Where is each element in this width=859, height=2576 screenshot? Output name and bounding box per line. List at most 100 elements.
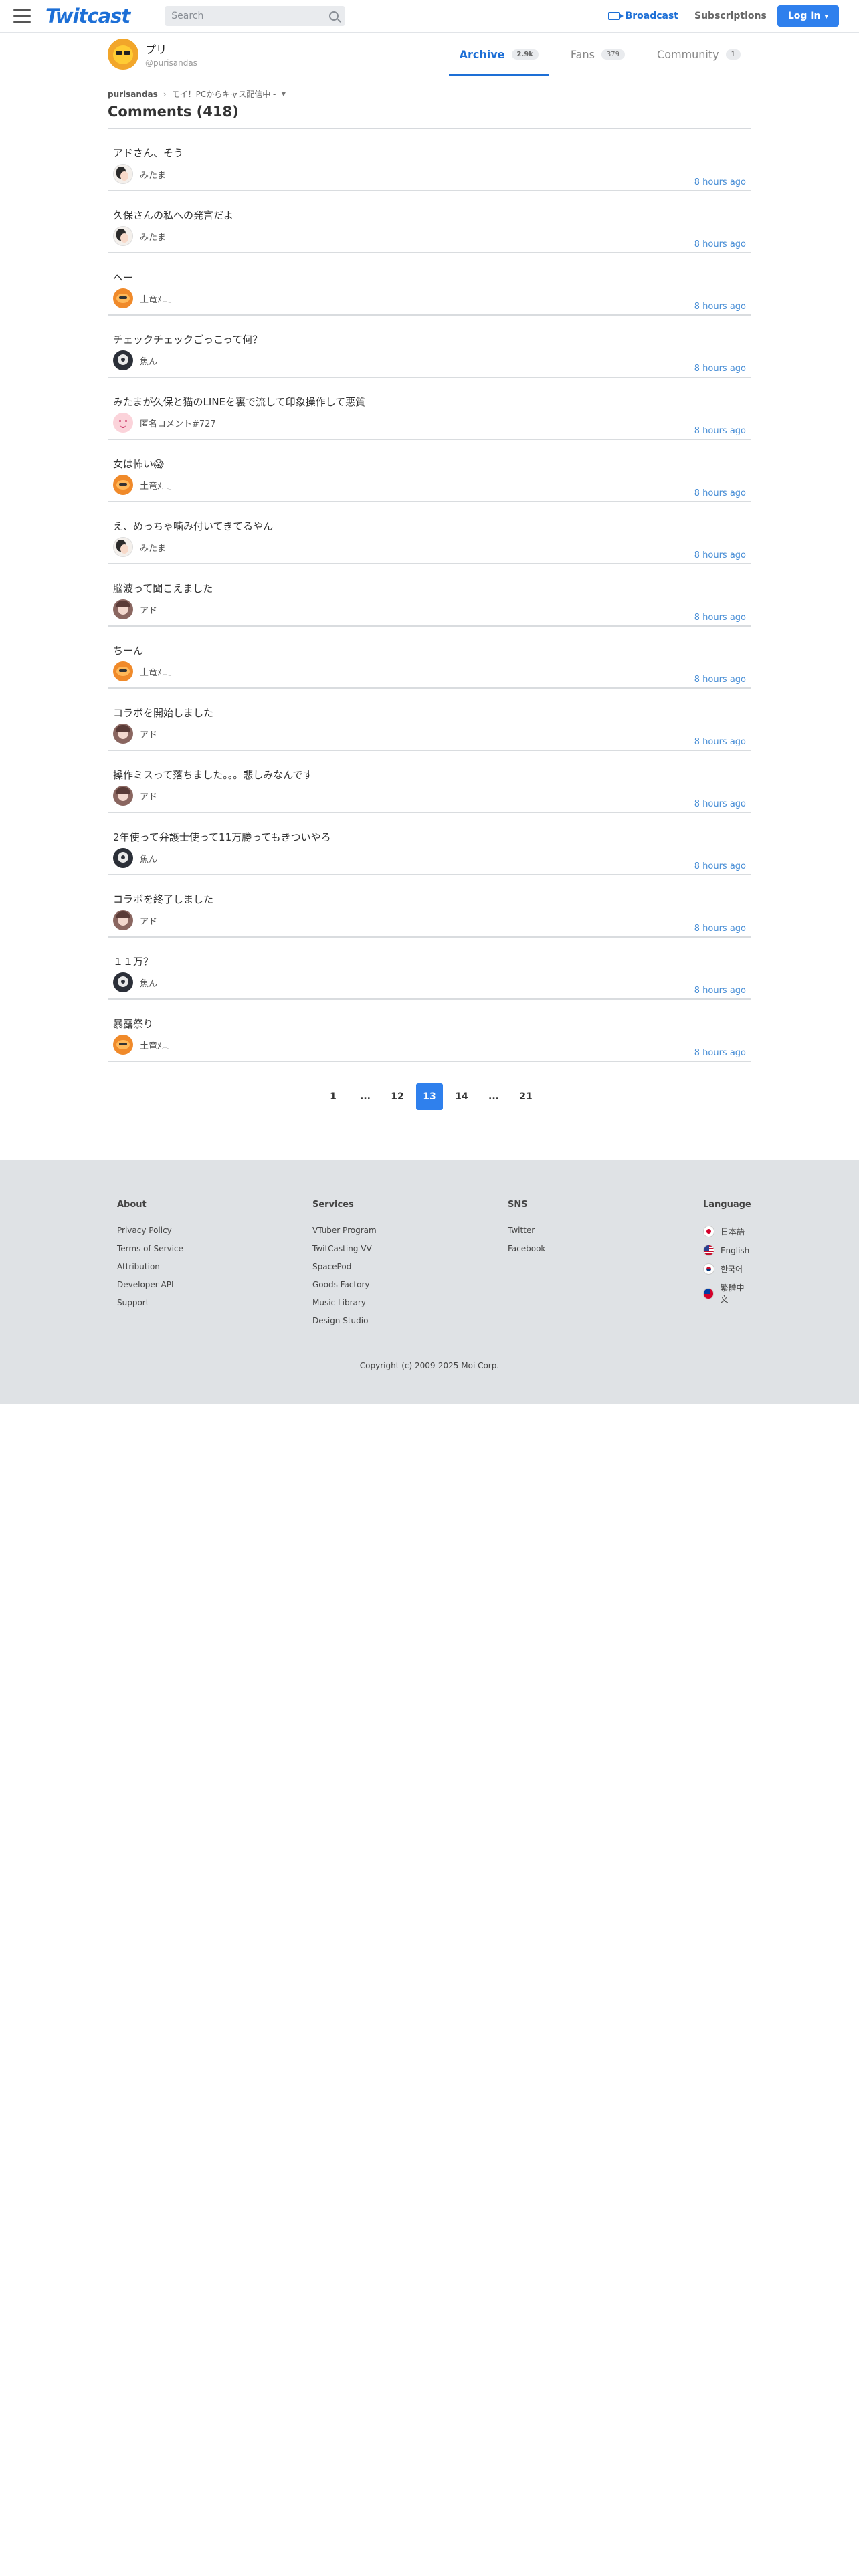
search-input[interactable] bbox=[171, 11, 330, 21]
comment-author[interactable]: 土竜ﾒ𓂃 bbox=[113, 661, 172, 681]
footer-link[interactable]: Twitter bbox=[508, 1226, 703, 1235]
language-option-en[interactable]: English bbox=[702, 1245, 751, 1256]
footer-link[interactable]: TwitCasting VV bbox=[312, 1244, 508, 1253]
footer-link[interactable]: Privacy Policy bbox=[117, 1226, 312, 1235]
comment-author[interactable]: 魚ん bbox=[113, 350, 157, 370]
user-avatar[interactable] bbox=[113, 661, 133, 681]
comment-author[interactable]: みたま bbox=[113, 226, 166, 246]
login-button[interactable]: Log In ▾ bbox=[777, 5, 839, 27]
comment-timestamp[interactable]: 8 hours ago bbox=[694, 799, 746, 809]
comment-username[interactable]: アド bbox=[140, 603, 157, 616]
comment-row: コラボを開始しましたアド 8 hours ago bbox=[108, 689, 751, 751]
user-avatar[interactable] bbox=[113, 288, 133, 308]
broadcast-button[interactable]: Broadcast bbox=[607, 11, 678, 21]
comment-timestamp[interactable]: 8 hours ago bbox=[694, 550, 746, 560]
comment-timestamp[interactable]: 8 hours ago bbox=[694, 924, 746, 934]
twitcast-logo[interactable]: Twitcast bbox=[45, 5, 130, 27]
language-option-zh-tw[interactable]: 繁體中文 bbox=[702, 1282, 751, 1305]
user-avatar[interactable] bbox=[113, 537, 133, 557]
menu-icon[interactable] bbox=[13, 9, 31, 23]
footer-link[interactable]: Design Studio bbox=[312, 1316, 508, 1325]
search-box[interactable] bbox=[165, 6, 346, 26]
tab-community[interactable]: Community 1 bbox=[646, 33, 751, 76]
user-avatar[interactable] bbox=[113, 350, 133, 370]
pagination-page-button[interactable]: 1 bbox=[320, 1083, 347, 1110]
comment-text: コラボを開始しました bbox=[113, 707, 214, 719]
comment-username[interactable]: 土竜ﾒ𓂃 bbox=[140, 665, 172, 679]
search-icon[interactable] bbox=[329, 11, 339, 21]
comment-timestamp[interactable]: 8 hours ago bbox=[694, 986, 746, 996]
tab-fans[interactable]: Fans 379 bbox=[560, 33, 636, 76]
comment-username[interactable]: みたま bbox=[140, 541, 166, 554]
comment-author[interactable]: 魚ん bbox=[113, 848, 157, 868]
comment-username[interactable]: みたま bbox=[140, 230, 166, 243]
comment-username[interactable]: みたま bbox=[140, 168, 166, 181]
profile-name[interactable]: プリ bbox=[145, 41, 197, 57]
user-avatar[interactable] bbox=[113, 972, 133, 992]
chevron-down-icon[interactable]: ▼ bbox=[281, 91, 286, 98]
comment-author[interactable]: アド bbox=[113, 786, 157, 806]
comment-author[interactable]: 魚ん bbox=[113, 972, 157, 992]
comment-author[interactable]: アド bbox=[113, 724, 157, 744]
footer-link[interactable]: Terms of Service bbox=[117, 1244, 312, 1253]
user-avatar[interactable] bbox=[113, 786, 133, 806]
comment-author[interactable]: みたま bbox=[113, 164, 166, 184]
comment-author[interactable]: みたま bbox=[113, 537, 166, 557]
comment-timestamp[interactable]: 8 hours ago bbox=[694, 177, 746, 187]
footer-link[interactable]: Facebook bbox=[508, 1244, 703, 1253]
user-avatar[interactable] bbox=[113, 599, 133, 619]
pagination-page-button[interactable]: 12 bbox=[384, 1083, 411, 1110]
language-option-ko[interactable]: 한국어 bbox=[702, 1263, 751, 1275]
language-option-ja[interactable]: 日本語 bbox=[702, 1226, 751, 1237]
comment-author[interactable]: 匿名コメント#727 bbox=[113, 413, 216, 433]
comment-username[interactable]: 魚ん bbox=[140, 354, 157, 367]
pagination-page-button[interactable]: 14 bbox=[448, 1083, 475, 1110]
comment-timestamp[interactable]: 8 hours ago bbox=[694, 239, 746, 249]
comment-timestamp[interactable]: 8 hours ago bbox=[694, 1048, 746, 1058]
comment-timestamp[interactable]: 8 hours ago bbox=[694, 613, 746, 623]
comment-timestamp[interactable]: 8 hours ago bbox=[694, 861, 746, 871]
footer-link[interactable]: SpacePod bbox=[312, 1262, 508, 1271]
comment-username[interactable]: 土竜ﾒ𓂃 bbox=[140, 478, 172, 492]
footer-link[interactable]: Support bbox=[117, 1298, 312, 1307]
comment-timestamp[interactable]: 8 hours ago bbox=[694, 488, 746, 498]
user-avatar[interactable] bbox=[113, 226, 133, 246]
comment-username[interactable]: アド bbox=[140, 790, 157, 802]
comment-timestamp[interactable]: 8 hours ago bbox=[694, 675, 746, 685]
comment-username[interactable]: 匿名コメント#727 bbox=[140, 417, 216, 429]
pagination-page-button[interactable]: 21 bbox=[512, 1083, 539, 1110]
comment-author[interactable]: 土竜ﾒ𓂃 bbox=[113, 475, 172, 495]
comment-username[interactable]: 土竜ﾒ𓂃 bbox=[140, 1038, 172, 1052]
comment-username[interactable]: 魚ん bbox=[140, 852, 157, 865]
footer-link[interactable]: Attribution bbox=[117, 1262, 312, 1271]
user-avatar[interactable] bbox=[113, 413, 133, 433]
subscriptions-link[interactable]: Subscriptions bbox=[694, 11, 767, 21]
pagination-current-page[interactable]: 13 bbox=[416, 1083, 443, 1110]
comment-author[interactable]: アド bbox=[113, 910, 157, 930]
comment-username[interactable]: アド bbox=[140, 728, 157, 740]
profile-avatar[interactable] bbox=[108, 39, 138, 70]
user-avatar[interactable] bbox=[113, 475, 133, 495]
tab-archive[interactable]: Archive 2.9k bbox=[448, 33, 550, 76]
footer-link[interactable]: VTuber Program bbox=[312, 1226, 508, 1235]
comment-author[interactable]: 土竜ﾒ𓂃 bbox=[113, 288, 172, 308]
breadcrumb-movie-link[interactable]: モイ！PCからキャス配信中 - bbox=[172, 88, 276, 100]
breadcrumb-user-link[interactable]: purisandas bbox=[108, 90, 158, 99]
user-avatar[interactable] bbox=[113, 164, 133, 184]
comment-timestamp[interactable]: 8 hours ago bbox=[694, 302, 746, 312]
footer-link[interactable]: Developer API bbox=[117, 1280, 312, 1289]
comment-username[interactable]: 魚ん bbox=[140, 976, 157, 989]
comment-username[interactable]: 土竜ﾒ𓂃 bbox=[140, 292, 172, 306]
footer-link[interactable]: Goods Factory bbox=[312, 1280, 508, 1289]
user-avatar[interactable] bbox=[113, 1035, 133, 1055]
user-avatar[interactable] bbox=[113, 910, 133, 930]
comment-author[interactable]: 土竜ﾒ𓂃 bbox=[113, 1035, 172, 1055]
comment-username[interactable]: アド bbox=[140, 914, 157, 927]
user-avatar[interactable] bbox=[113, 848, 133, 868]
comment-timestamp[interactable]: 8 hours ago bbox=[694, 364, 746, 374]
footer-link[interactable]: Music Library bbox=[312, 1298, 508, 1307]
user-avatar[interactable] bbox=[113, 724, 133, 744]
comment-timestamp[interactable]: 8 hours ago bbox=[694, 426, 746, 436]
comment-author[interactable]: アド bbox=[113, 599, 157, 619]
comment-timestamp[interactable]: 8 hours ago bbox=[694, 737, 746, 747]
